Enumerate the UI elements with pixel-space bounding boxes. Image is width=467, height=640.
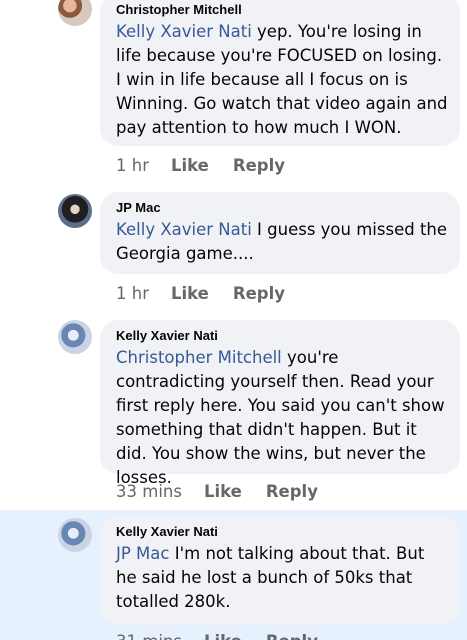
mention-link[interactable]: JP Mac (116, 544, 169, 563)
reply-button[interactable]: Reply (266, 632, 318, 640)
like-button[interactable]: Like (204, 632, 242, 640)
reply-button[interactable]: Reply (233, 284, 285, 303)
comment-body: you're contradicting yourself then. Read… (116, 348, 445, 487)
comment-actions: 1 hr Like Reply (116, 284, 285, 303)
comment-actions: 1 hr Like Reply (116, 156, 285, 175)
comment-bubble: Kelly Xavier Nati Christopher Mitchell y… (100, 320, 460, 487)
comment-bubble: Christopher Mitchell Kelly Xavier Nati y… (100, 0, 460, 146)
comment-text: JP Mac I'm not talking about that. But h… (116, 542, 448, 614)
comment-2: JP Mac Kelly Xavier Nati I guess you mis… (0, 186, 467, 316)
comment-3: Kelly Xavier Nati Christopher Mitchell y… (0, 316, 467, 510)
comment-actions: 31 mins Like Reply (116, 632, 318, 640)
mention-link[interactable]: Kelly Xavier Nati (116, 220, 252, 239)
comment-author[interactable]: Kelly Xavier Nati (116, 524, 448, 540)
comment-author[interactable]: Kelly Xavier Nati (116, 328, 448, 344)
comment-time[interactable]: 33 mins (116, 482, 182, 501)
comment-time[interactable]: 1 hr (116, 284, 149, 303)
avatar[interactable] (58, 194, 92, 228)
reply-button[interactable]: Reply (266, 482, 318, 501)
comment-4: Kelly Xavier Nati JP Mac I'm not talking… (0, 510, 467, 640)
comment-text: Christopher Mitchell you're contradictin… (116, 346, 448, 490)
like-button[interactable]: Like (204, 482, 242, 501)
comment-bubble: JP Mac Kelly Xavier Nati I guess you mis… (100, 192, 460, 274)
comment-time[interactable]: 1 hr (116, 156, 149, 175)
mention-link[interactable]: Kelly Xavier Nati (116, 22, 252, 41)
like-button[interactable]: Like (171, 156, 209, 175)
mention-link[interactable]: Christopher Mitchell (116, 348, 282, 367)
avatar[interactable] (58, 518, 92, 552)
avatar[interactable] (58, 0, 92, 26)
avatar[interactable] (58, 320, 92, 354)
comment-text: Kelly Xavier Nati yep. You're losing in … (116, 20, 448, 140)
reply-button[interactable]: Reply (233, 156, 285, 175)
comment-time[interactable]: 31 mins (116, 632, 182, 640)
comment-author[interactable]: Christopher Mitchell (116, 2, 448, 18)
like-button[interactable]: Like (171, 284, 209, 303)
comment-author[interactable]: JP Mac (116, 200, 448, 216)
comment-text: Kelly Xavier Nati I guess you missed the… (116, 218, 448, 266)
comment-bubble: Kelly Xavier Nati JP Mac I'm not talking… (100, 516, 460, 624)
comment-1: Christopher Mitchell Kelly Xavier Nati y… (0, 0, 467, 186)
comment-actions: 33 mins Like Reply (116, 482, 318, 501)
